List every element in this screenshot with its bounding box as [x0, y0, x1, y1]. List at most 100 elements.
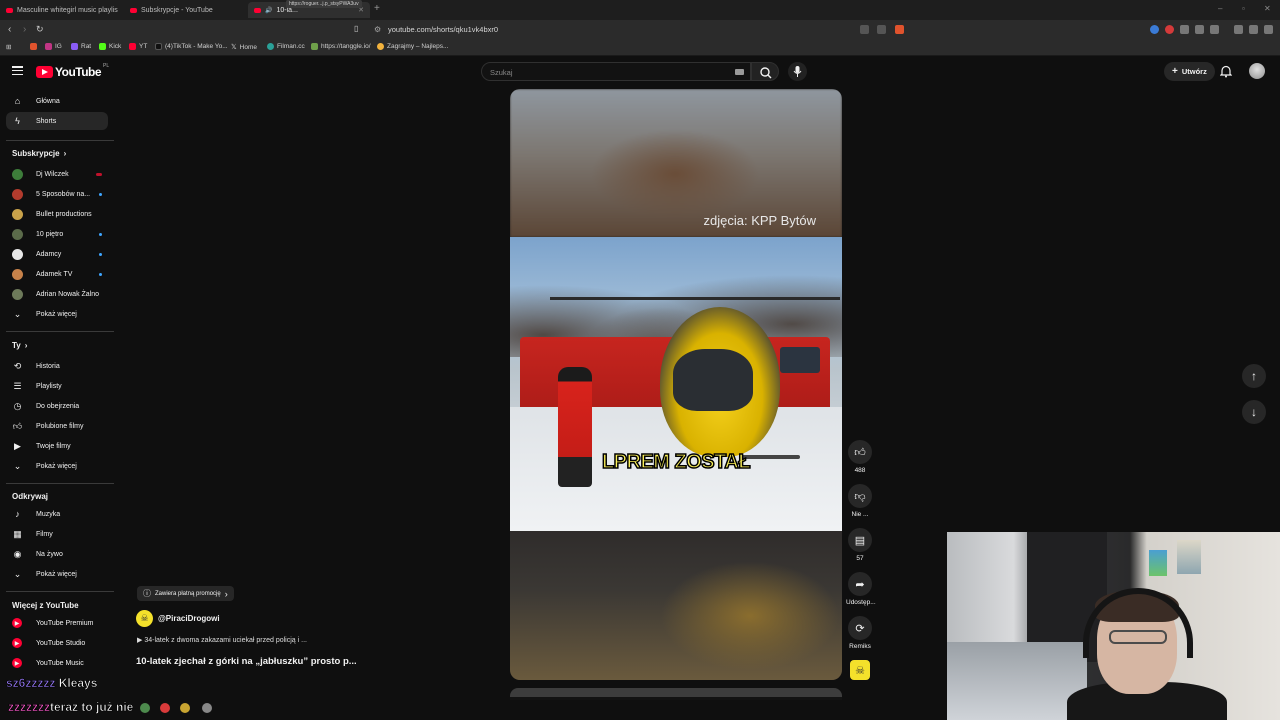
sidebar-item[interactable]: ▶ YouTube Studio — [6, 634, 108, 652]
sidebar-item-home[interactable]: ⌂ Główna — [6, 92, 108, 110]
subscription-item[interactable]: Bullet productions — [6, 205, 108, 223]
minimize-icon[interactable]: – — [1218, 4, 1222, 13]
dislike-button[interactable]: 👎︎ Nie ... — [846, 484, 874, 518]
sidebar-item-label: Adrian Nowak Żalno — [36, 290, 100, 298]
you-header[interactable]: Ty › — [12, 341, 27, 350]
hamburger-menu-icon[interactable] — [12, 66, 23, 75]
divider — [6, 140, 114, 141]
blurred-background-bottom — [510, 531, 842, 680]
glasses — [1109, 630, 1167, 644]
sidebar-item[interactable]: ▶ YouTube Premium — [6, 614, 108, 632]
subscription-item[interactable]: 5 Sposobów na... — [6, 185, 108, 203]
helicopter-cockpit — [673, 349, 753, 411]
shorts-video-player[interactable]: zdjęcia: KPP Bytów LPREM ZOSTAŁ — [510, 89, 842, 680]
x-icon: 𝕏 — [231, 44, 237, 51]
extension-icon[interactable] — [1165, 25, 1174, 34]
sidebar-show-more[interactable]: ⌄ Pokaż więcej — [6, 457, 108, 475]
section-title: Więcej z YouTube — [12, 601, 79, 610]
sidebar-show-more[interactable]: ⌄ Pokaż więcej — [6, 565, 108, 583]
channel-name[interactable]: @PiraciDrogowi — [158, 614, 220, 623]
like-button[interactable]: 👍︎ 488 — [846, 440, 874, 474]
reload-icon[interactable]: ↻ — [36, 24, 44, 35]
notifications-bell-icon[interactable] — [1220, 65, 1232, 78]
subscription-item[interactable]: 10 piętro — [6, 225, 108, 243]
youtube-header: YouTube PL Szukaj + Utwórz — [0, 57, 1280, 87]
short-title[interactable]: 10-latek zjechał z górki na „jabłuszku” … — [136, 656, 357, 667]
channel-info[interactable]: ☠ @PiraciDrogowi — [136, 610, 220, 627]
sidebar-item[interactable]: ◉ Na żywo — [6, 545, 108, 563]
sidebar-item[interactable]: ♪ Muzyka — [6, 505, 108, 523]
bookmark-icon[interactable]: ▯ — [354, 24, 358, 33]
sidebar-item[interactable]: 👍︎ Polubione filmy — [6, 417, 108, 435]
extension-icon[interactable] — [1150, 25, 1159, 34]
forward-icon[interactable]: › — [23, 24, 26, 35]
channel-avatar[interactable]: ☠ — [136, 610, 153, 627]
url-field[interactable]: youtube.com/shorts/qku1vk4bxr0 — [388, 25, 498, 34]
wallet-icon[interactable] — [1249, 25, 1258, 34]
browser-tab[interactable]: Subskrypcje - YouTube — [124, 2, 248, 18]
sidebar-item-shorts[interactable]: ϟ Shorts — [6, 112, 108, 130]
account-avatar[interactable] — [1249, 63, 1265, 79]
search-icon — [760, 67, 772, 79]
site-info-icon[interactable]: ⚙ — [374, 25, 381, 34]
bookmark-item[interactable]: 𝕏 Home — [231, 43, 257, 52]
apps-icon[interactable]: ⊞ — [6, 43, 11, 51]
bookmark-item[interactable]: https://tanggle.io/ — [311, 43, 371, 50]
tiktok-icon — [155, 43, 162, 50]
bookmark-label: Rat — [81, 43, 92, 50]
sidebar-item[interactable]: ▦ Filmy — [6, 525, 108, 543]
brave-shield-icon[interactable] — [895, 25, 904, 34]
extension-icon[interactable] — [1180, 25, 1189, 34]
bookmark-item[interactable]: YT — [129, 43, 147, 50]
subscription-item[interactable]: Adamek TV — [6, 265, 108, 283]
back-icon[interactable]: ‹ — [8, 24, 11, 35]
paid-promotion-badge[interactable]: ⓘ Zawiera płatną promocję › — [137, 586, 234, 601]
previous-short-button[interactable]: ↑ — [1242, 364, 1266, 388]
create-button[interactable]: + Utwórz — [1164, 62, 1215, 81]
maximize-icon[interactable]: ▫ — [1242, 4, 1245, 13]
chevron-right-icon: › — [63, 149, 67, 158]
search-button[interactable] — [751, 62, 779, 81]
alert-name: Kleays — [58, 676, 98, 691]
sidebar-item[interactable]: ◷ Do obejrzenia — [6, 397, 108, 415]
keyboard-icon[interactable] — [735, 69, 744, 75]
search-input[interactable]: Szukaj — [481, 62, 751, 81]
bookmark-item[interactable]: Zagrajmy – Najleps... — [377, 43, 448, 50]
channel-sound-thumb[interactable]: ☠ — [846, 660, 874, 680]
bookmark-item[interactable]: IG — [45, 43, 62, 50]
subscriptions-header[interactable]: Subskrypcje › — [12, 149, 66, 158]
bookmark-item[interactable]: Filman.cc — [267, 43, 305, 50]
new-tab-icon[interactable]: + — [374, 3, 380, 14]
puzzle-icon[interactable] — [1195, 25, 1204, 34]
comments-button[interactable]: ▤ 57 — [846, 528, 874, 562]
photo-credit: zdjęcia: KPP Bytów — [703, 213, 816, 228]
new-content-dot — [99, 192, 102, 196]
remix-button[interactable]: ⟳ Remiks — [846, 616, 874, 650]
sidebar-item[interactable]: ⟲ Historia — [6, 357, 108, 375]
sidebar-show-more[interactable]: ⌄ Pokaż więcej — [6, 305, 108, 323]
sidebar-item[interactable]: ▶ YouTube Music — [6, 654, 108, 672]
sidebar-item[interactable]: ▶ Twoje filmy — [6, 437, 108, 455]
cast-icon[interactable] — [860, 25, 869, 34]
next-short-button[interactable]: ↓ — [1242, 400, 1266, 424]
bookmark-item[interactable]: Kick — [99, 43, 121, 50]
browser-tab[interactable]: Masculine whitegirl music playlis — [0, 2, 124, 18]
voice-search-button[interactable] — [788, 62, 807, 81]
sidebar-item[interactable]: ☰ Playlisty — [6, 377, 108, 395]
sidebar-toggle-icon[interactable] — [1210, 25, 1219, 34]
bookmark-item[interactable] — [30, 43, 37, 50]
related-video-link[interactable]: ▶ 34-latek z dwoma zakazami uciekał prze… — [137, 636, 307, 644]
share-button[interactable]: ➦ Udostęp... — [846, 572, 876, 606]
browser-tab-strip: Masculine whitegirl music playlis Subskr… — [0, 0, 1280, 20]
sidebar-item-label: Główna — [36, 97, 60, 105]
menu-icon[interactable] — [1264, 25, 1273, 34]
media-icon[interactable] — [1234, 25, 1243, 34]
subscription-item[interactable]: Dj Wilczek — [6, 165, 108, 183]
share-page-icon[interactable] — [877, 25, 886, 34]
subscription-item[interactable]: Adrian Nowak Żalno — [6, 285, 108, 303]
bookmark-item[interactable]: (4)TikTok - Make Yo... — [155, 43, 228, 50]
close-window-icon[interactable]: ✕ — [1264, 4, 1271, 13]
bookmark-item[interactable]: Rat — [71, 43, 91, 50]
youtube-logo[interactable]: YouTube PL — [36, 63, 109, 79]
subscription-item[interactable]: Adamcy — [6, 245, 108, 263]
